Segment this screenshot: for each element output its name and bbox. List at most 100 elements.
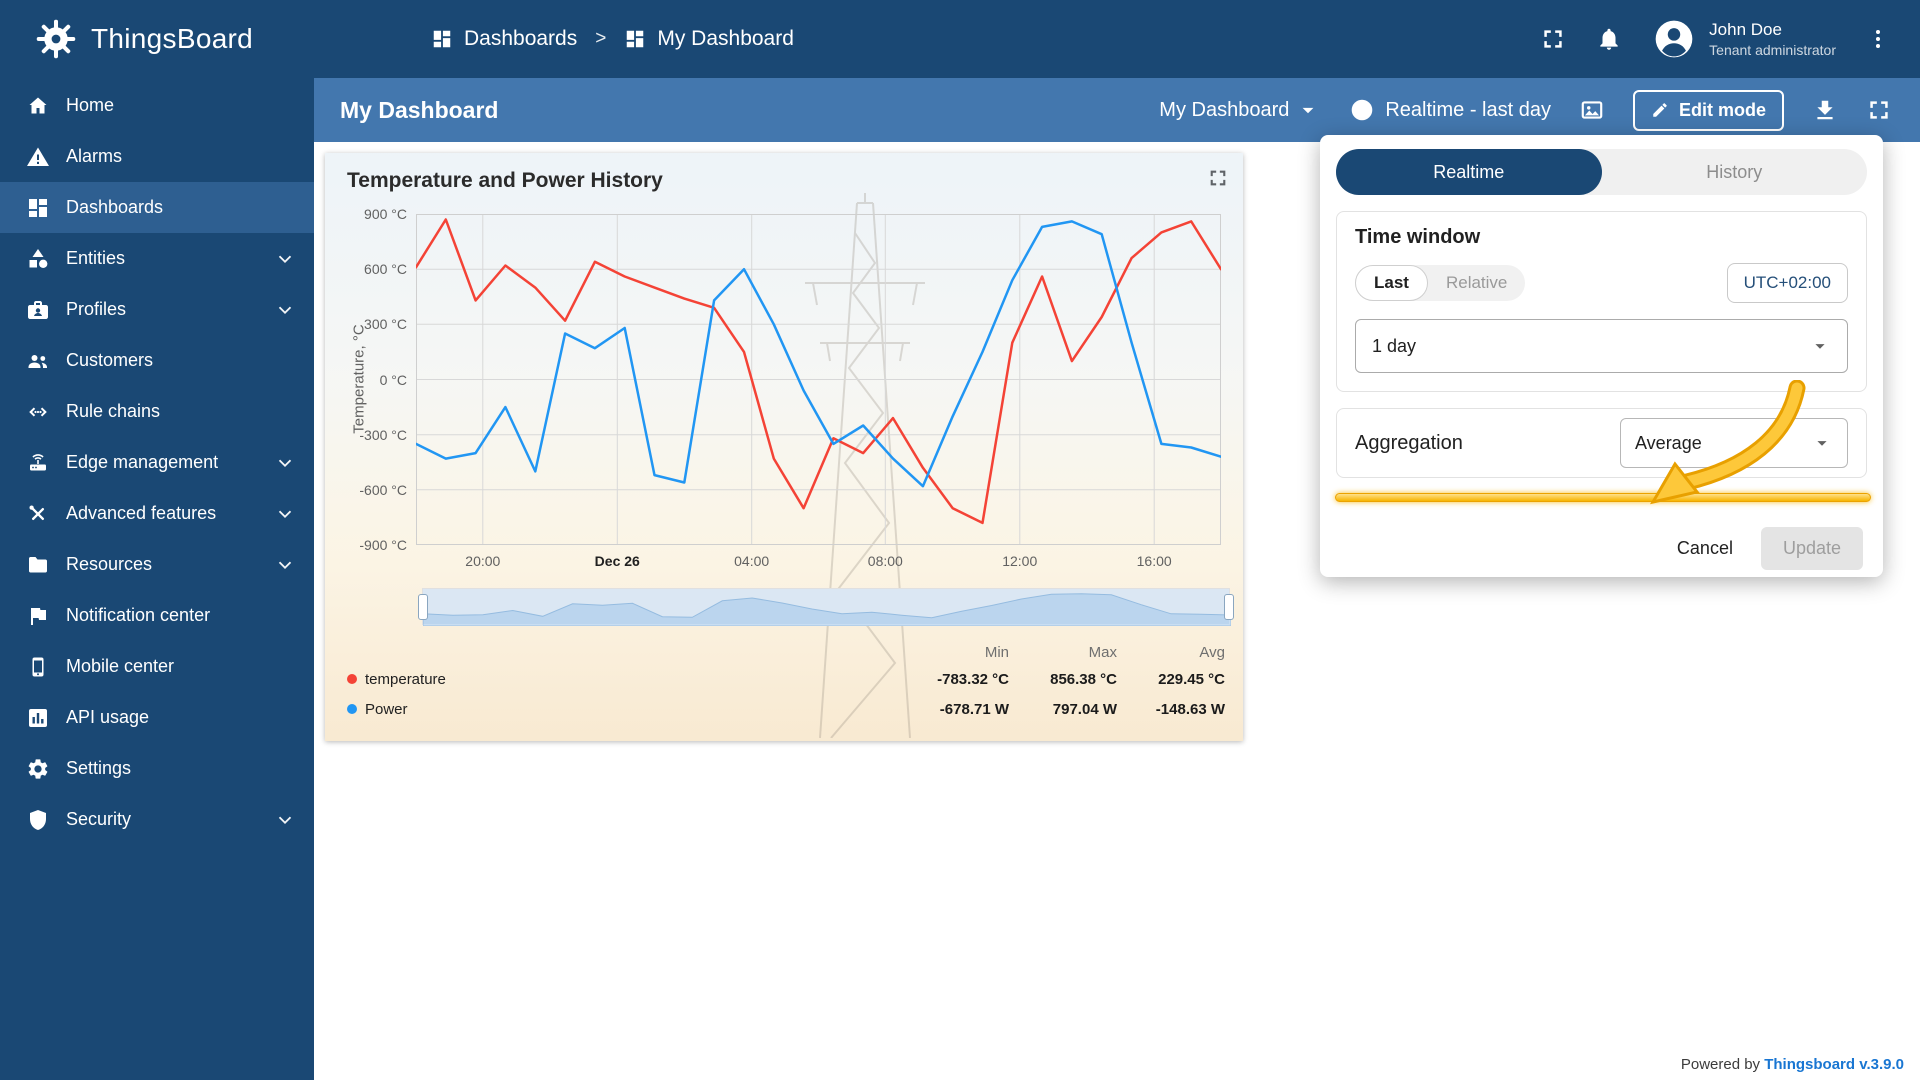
download-icon[interactable] — [1812, 97, 1838, 123]
sidebar-item-security[interactable]: Security — [0, 794, 314, 845]
range-navigator[interactable] — [422, 588, 1230, 625]
last-relative-toggle: Last Relative — [1355, 265, 1525, 301]
sidebar-item-home[interactable]: Home — [0, 80, 314, 131]
breadcrumb: Dashboards > My Dashboard — [431, 27, 794, 51]
footer: Powered by Thingsboard v.3.9.0 — [1681, 1056, 1904, 1073]
navigator-left-handle[interactable] — [418, 594, 428, 620]
folder-icon — [26, 553, 50, 577]
aggregation-select[interactable]: Average — [1620, 418, 1848, 468]
timezone-button[interactable]: UTC+02:00 — [1727, 263, 1848, 303]
y-axis-title: Temperature, °C — [351, 324, 368, 433]
avatar — [1652, 17, 1696, 61]
page-title: My Dashboard — [340, 97, 498, 124]
tools-icon — [26, 502, 50, 526]
pencil-icon — [1651, 101, 1669, 119]
people-icon — [26, 349, 50, 373]
timewindow-popup: Realtime History Time window Last Relati… — [1320, 135, 1883, 577]
flag-icon — [26, 604, 50, 628]
aggregation-section: Aggregation Average — [1336, 408, 1867, 478]
clock-icon — [1349, 97, 1375, 123]
interval-select[interactable]: 1 day — [1355, 319, 1848, 373]
legend-header-row: Min Max Avg — [347, 640, 1225, 664]
thingsboard-logo-icon — [34, 17, 78, 61]
sidebar-item-dashboards[interactable]: Dashboards — [0, 182, 314, 233]
sidebar-item-entities[interactable]: Entities — [0, 233, 314, 284]
sidebar-item-advanced-features[interactable]: Advanced features — [0, 488, 314, 539]
sidebar: Home Alarms Dashboards Entities Profiles… — [0, 78, 314, 1080]
badge-icon — [26, 298, 50, 322]
dashboard-toolbar: My Dashboard My Dashboard Realtime - las… — [314, 78, 1920, 142]
widget-expand-icon[interactable] — [1207, 167, 1229, 189]
navigator-selection — [423, 589, 1229, 624]
dashboard-select[interactable]: My Dashboard — [1159, 97, 1321, 123]
temperature-min-value: -783.32 °C — [901, 671, 1009, 688]
timewindow-tabs: Realtime History — [1336, 149, 1867, 195]
chart-box-icon — [26, 706, 50, 730]
sidebar-item-settings[interactable]: Settings — [0, 743, 314, 794]
sidebar-item-notification-center[interactable]: Notification center — [0, 590, 314, 641]
cancel-button[interactable]: Cancel — [1663, 528, 1747, 569]
series-color-dot — [347, 674, 357, 684]
time-window-section: Time window Last Relative UTC+02:00 1 da… — [1336, 211, 1867, 392]
chart-widget: Temperature and Power History Temperatur… — [325, 153, 1243, 741]
sidebar-item-edge-management[interactable]: Edge management — [0, 437, 314, 488]
chevron-down-icon — [274, 452, 296, 474]
legend-key-power[interactable]: Power — [347, 701, 408, 718]
rule-chains-icon — [26, 400, 50, 424]
caret-down-icon — [1809, 335, 1831, 357]
tab-history[interactable]: History — [1602, 149, 1868, 195]
entities-icon — [26, 247, 50, 271]
dashboards-grid-icon — [26, 196, 50, 220]
temperature-avg-value: 229.45 °C — [1117, 671, 1225, 688]
breadcrumb-separator: > — [595, 28, 606, 50]
chevron-down-icon — [274, 248, 296, 270]
brand[interactable]: ThingsBoard — [0, 17, 314, 61]
sidebar-item-resources[interactable]: Resources — [0, 539, 314, 590]
thingsboard-version-link[interactable]: Thingsboard v.3.9.0 — [1764, 1056, 1904, 1073]
sidebar-item-profiles[interactable]: Profiles — [0, 284, 314, 335]
aggregation-label: Aggregation — [1355, 432, 1463, 455]
notifications-bell-icon[interactable] — [1596, 26, 1622, 52]
line-chart — [416, 214, 1221, 545]
sidebar-item-rule-chains[interactable]: Rule chains — [0, 386, 314, 437]
chevron-down-icon — [274, 554, 296, 576]
sidebar-item-alarms[interactable]: Alarms — [0, 131, 314, 182]
sidebar-item-mobile-center[interactable]: Mobile center — [0, 641, 314, 692]
dashboard-image-icon[interactable] — [1579, 97, 1605, 123]
brand-name: ThingsBoard — [91, 23, 253, 55]
highlight-bar — [1335, 493, 1871, 502]
popup-actions: Cancel Update — [1663, 527, 1863, 570]
chevron-down-icon — [274, 809, 296, 831]
timewindow-button[interactable]: Realtime - last day — [1349, 97, 1551, 123]
navigator-right-handle[interactable] — [1224, 594, 1234, 620]
tab-realtime[interactable]: Realtime — [1336, 149, 1602, 195]
shield-icon — [26, 808, 50, 832]
series-color-dot — [347, 704, 357, 714]
dashboards-grid-icon — [624, 28, 646, 50]
user-menu[interactable]: John Doe Tenant administrator — [1652, 17, 1836, 61]
fullscreen-icon[interactable] — [1540, 26, 1566, 52]
toggle-relative[interactable]: Relative — [1428, 266, 1525, 300]
sidebar-item-api-usage[interactable]: API usage — [0, 692, 314, 743]
gear-icon — [26, 757, 50, 781]
power-avg-value: -148.63 W — [1117, 701, 1225, 718]
toggle-last[interactable]: Last — [1355, 265, 1428, 301]
legend-header-min: Min — [901, 644, 1009, 661]
legend-key-temperature[interactable]: temperature — [347, 671, 446, 688]
legend-header-max: Max — [1009, 644, 1117, 661]
edit-mode-button[interactable]: Edit mode — [1633, 90, 1784, 131]
widget-title: Temperature and Power History — [347, 169, 663, 193]
update-button[interactable]: Update — [1761, 527, 1863, 570]
sidebar-item-customers[interactable]: Customers — [0, 335, 314, 386]
breadcrumb-dashboards[interactable]: Dashboards — [431, 27, 577, 51]
legend-row-power: Power -678.71 W 797.04 W -148.63 W — [347, 694, 1225, 724]
topbar-actions: John Doe Tenant administrator — [1540, 17, 1920, 61]
smartphone-icon — [26, 655, 50, 679]
top-bar: ThingsBoard Dashboards > My Dashboard — [0, 0, 1920, 78]
legend-row-temperature: temperature -783.32 °C 856.38 °C 229.45 … — [347, 664, 1225, 694]
kebab-menu-icon[interactable] — [1866, 27, 1890, 51]
user-role: Tenant administrator — [1709, 42, 1836, 58]
fullscreen-icon[interactable] — [1866, 97, 1892, 123]
user-name: John Doe — [1709, 20, 1836, 40]
breadcrumb-current[interactable]: My Dashboard — [624, 27, 794, 51]
